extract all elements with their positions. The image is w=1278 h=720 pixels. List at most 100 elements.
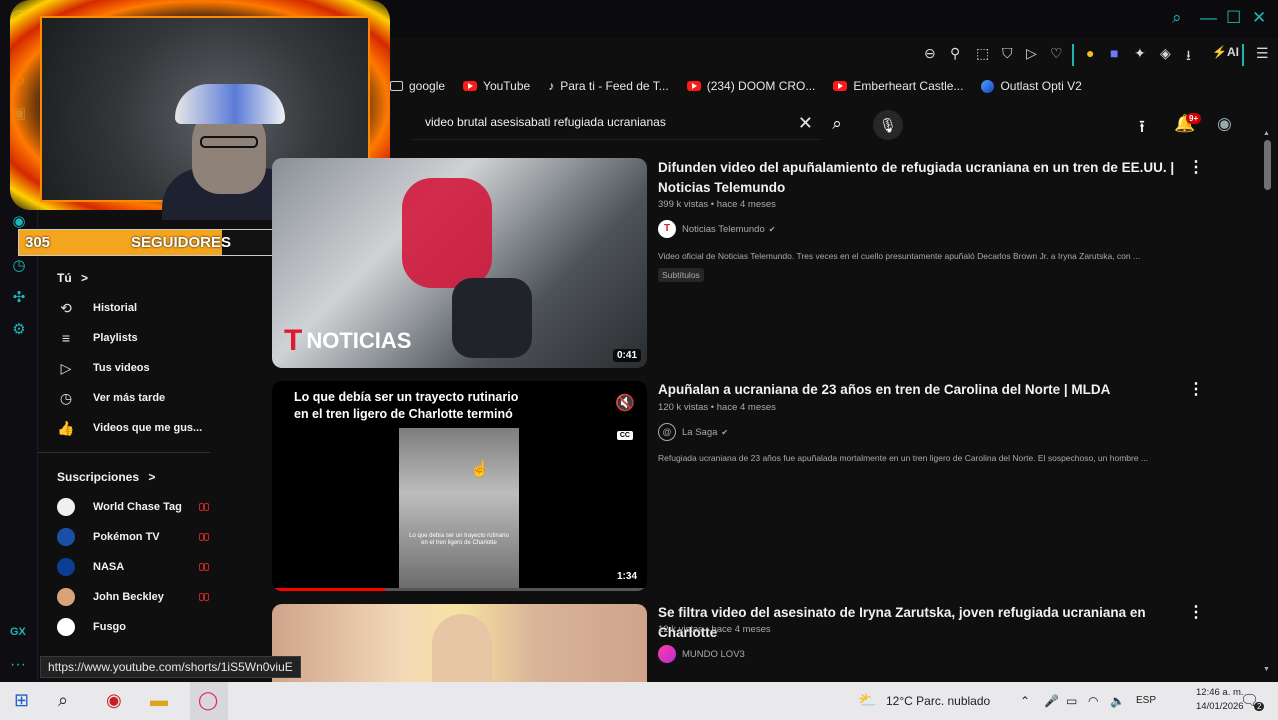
bookmark-doom[interactable]: (234) DOOM CRO...	[686, 76, 815, 96]
closed-captions-icon[interactable]: CC	[616, 431, 633, 440]
more-options-icon[interactable]: ⋮	[1188, 379, 1204, 399]
search-input[interactable]	[425, 115, 785, 129]
video-meta: 399 k vistas • hace 4 meses	[658, 199, 776, 210]
page-scrollbar-thumb[interactable]	[1264, 140, 1271, 190]
sidebar-item-label: Ver más tarde	[93, 392, 166, 404]
wifi-icon[interactable]: ◠	[1088, 694, 1098, 708]
windows-start-icon[interactable]: ⊞	[14, 690, 29, 711]
bookmark-tiktok[interactable]: ♪ Para ti - Feed de T...	[548, 76, 669, 96]
menu-icon[interactable]: ☰	[1256, 45, 1269, 62]
maximize-icon[interactable]: ☐	[1226, 8, 1241, 28]
subscription-label: NASA	[93, 561, 125, 573]
channel-avatar: T	[658, 220, 676, 238]
sidebar-item-your-videos[interactable]: ▷ Tus videos	[57, 354, 237, 382]
video-thumbnail[interactable]	[272, 604, 647, 682]
settings-rail-icon[interactable]: ⚙	[9, 320, 29, 340]
channel-avatar: @	[658, 423, 676, 441]
subscription-item[interactable]: Fusgo	[57, 613, 237, 641]
close-window-icon[interactable]: ✕	[1252, 8, 1266, 28]
scroll-up-icon[interactable]: ▲	[1263, 130, 1270, 137]
file-explorer-icon[interactable]: ▬	[150, 690, 168, 711]
taskbar-search-icon[interactable]: ⌕	[58, 690, 68, 711]
upload-icon[interactable]: ⭱	[1139, 114, 1145, 143]
more-options-icon[interactable]: ⋮	[1188, 602, 1204, 622]
heart-icon[interactable]: ♡	[1050, 45, 1063, 62]
chevron-right-icon: >	[81, 271, 89, 285]
mute-icon[interactable]: 🔇	[615, 393, 635, 413]
search-tabs-icon[interactable]: ⌕	[1172, 8, 1182, 28]
send-icon[interactable]: ▷	[1026, 45, 1037, 62]
weather-text[interactable]: 12°C Parc. nublado	[886, 694, 990, 708]
channel-link[interactable]: MUNDO LOV3	[658, 645, 745, 663]
youtube-icon	[833, 81, 848, 91]
video-title[interactable]: Difunden video del apuñalamiento de refu…	[658, 158, 1178, 198]
vpn-icon[interactable]: ◈	[1160, 45, 1171, 62]
you-section-title[interactable]: Tú >	[57, 271, 88, 285]
video-meta: 120 k vistas • hace 4 meses	[658, 402, 776, 413]
hand-cursor-icon: ☝	[470, 461, 490, 478]
clock-time: 12:46 a. m.	[1196, 687, 1244, 698]
more-rail-icon[interactable]: ···	[10, 656, 26, 674]
subscription-item[interactable]: World Chase Tag	[57, 493, 237, 521]
weather-icon[interactable]: ⛅	[858, 691, 877, 709]
pin-icon[interactable]: ⚲	[950, 45, 960, 62]
chevron-up-icon[interactable]: ⌃	[1020, 694, 1030, 708]
search-button[interactable]: ⌕	[821, 108, 853, 140]
playback-progress-track[interactable]	[272, 588, 647, 591]
sidebar-item-playlists[interactable]: ≡ Playlists	[57, 324, 237, 352]
bookmark-outlast[interactable]: Outlast Opti V2	[981, 76, 1082, 96]
game-app-icon[interactable]: ◉	[106, 690, 122, 711]
subscription-item[interactable]: Pokémon TV	[57, 523, 237, 551]
bookmark-google[interactable]: google	[390, 76, 445, 96]
puzzle-icon[interactable]: ✦	[1134, 45, 1146, 62]
video-title-line: Se filtra video del asesinato de Iryna Z…	[658, 605, 1146, 640]
shield-icon[interactable]: ⛉	[1002, 45, 1013, 62]
gx-logo[interactable]: GX	[10, 626, 26, 638]
download-icon[interactable]: ⭳	[1186, 45, 1191, 69]
subscription-item[interactable]: NASA	[57, 553, 237, 581]
subscription-item[interactable]: John Beckley	[57, 583, 237, 611]
ai-icon[interactable]: ⚡AI	[1212, 45, 1239, 59]
subscription-label: Fusgo	[93, 621, 126, 633]
video-title[interactable]: Se filtra video del asesinato de Iryna Z…	[658, 603, 1178, 643]
zoom-icon[interactable]: ⊖	[924, 45, 936, 62]
channel-avatar	[57, 588, 75, 606]
more-options-icon[interactable]: ⋮	[1188, 157, 1204, 177]
battery-icon[interactable]: ▭	[1066, 694, 1077, 708]
clear-search-icon[interactable]: ✕	[798, 113, 813, 134]
sidebar-item-liked-videos[interactable]: 👍 Videos que me gus...	[57, 414, 237, 442]
system-clock[interactable]: 12:46 a. m. 14/01/2026	[1196, 686, 1244, 714]
bookmark-label: Outlast Opti V2	[1000, 79, 1082, 93]
bookmark-emberheart[interactable]: Emberheart Castle...	[833, 76, 963, 96]
video-thumbnail[interactable]: T NOTICIAS 0:41	[272, 158, 647, 368]
account-avatar[interactable]: ◉	[1217, 114, 1232, 134]
video-title[interactable]: Apuñalan a ucraniana de 23 años en tren …	[658, 380, 1178, 400]
snapshot-icon[interactable]: ⬚	[976, 45, 989, 62]
toolbar-separator-2	[1242, 44, 1244, 66]
volume-icon[interactable]: 🔈	[1110, 694, 1125, 708]
chat-extension-icon[interactable]: ■	[1110, 45, 1118, 61]
video-icon: ▷	[60, 359, 72, 376]
scroll-down-icon[interactable]: ▼	[1263, 666, 1270, 673]
bookmark-label: Para ti - Feed de T...	[560, 79, 669, 93]
subscriptions-title[interactable]: Suscripciones >	[57, 470, 155, 484]
channel-name: La Saga	[682, 426, 718, 438]
extensions-rail-icon[interactable]: ✣	[9, 288, 29, 308]
sidebar-item-history[interactable]: ⟲ Historial	[57, 294, 237, 322]
voice-search-button[interactable]: 🎙	[873, 110, 903, 140]
video-thumbnail-playing[interactable]: Lo que debía ser un trayecto rutinario e…	[272, 381, 647, 591]
video-duration: 1:34	[612, 570, 641, 583]
opera-gx-taskbar-icon[interactable]: ◯	[198, 690, 218, 711]
sidebar-item-watch-later[interactable]: ◷ Ver más tarde	[57, 384, 237, 412]
channel-link[interactable]: T Noticias Telemundo ✔	[658, 220, 775, 238]
video-description: Video oficial de Noticias Telemundo. Tre…	[658, 251, 1141, 261]
microphone-tray-icon[interactable]: 🎤	[1044, 694, 1059, 708]
channel-link[interactable]: @ La Saga ✔	[658, 423, 728, 441]
color-extension-icon[interactable]: ●	[1086, 45, 1094, 61]
live-indicator-icon	[199, 533, 209, 541]
language-indicator[interactable]: ESP	[1136, 695, 1156, 706]
history-icon: ⟲	[60, 299, 72, 316]
bookmark-youtube[interactable]: YouTube	[463, 76, 530, 96]
minimize-icon[interactable]: —	[1200, 8, 1217, 28]
clock-rail-icon[interactable]: ◷	[9, 256, 29, 276]
